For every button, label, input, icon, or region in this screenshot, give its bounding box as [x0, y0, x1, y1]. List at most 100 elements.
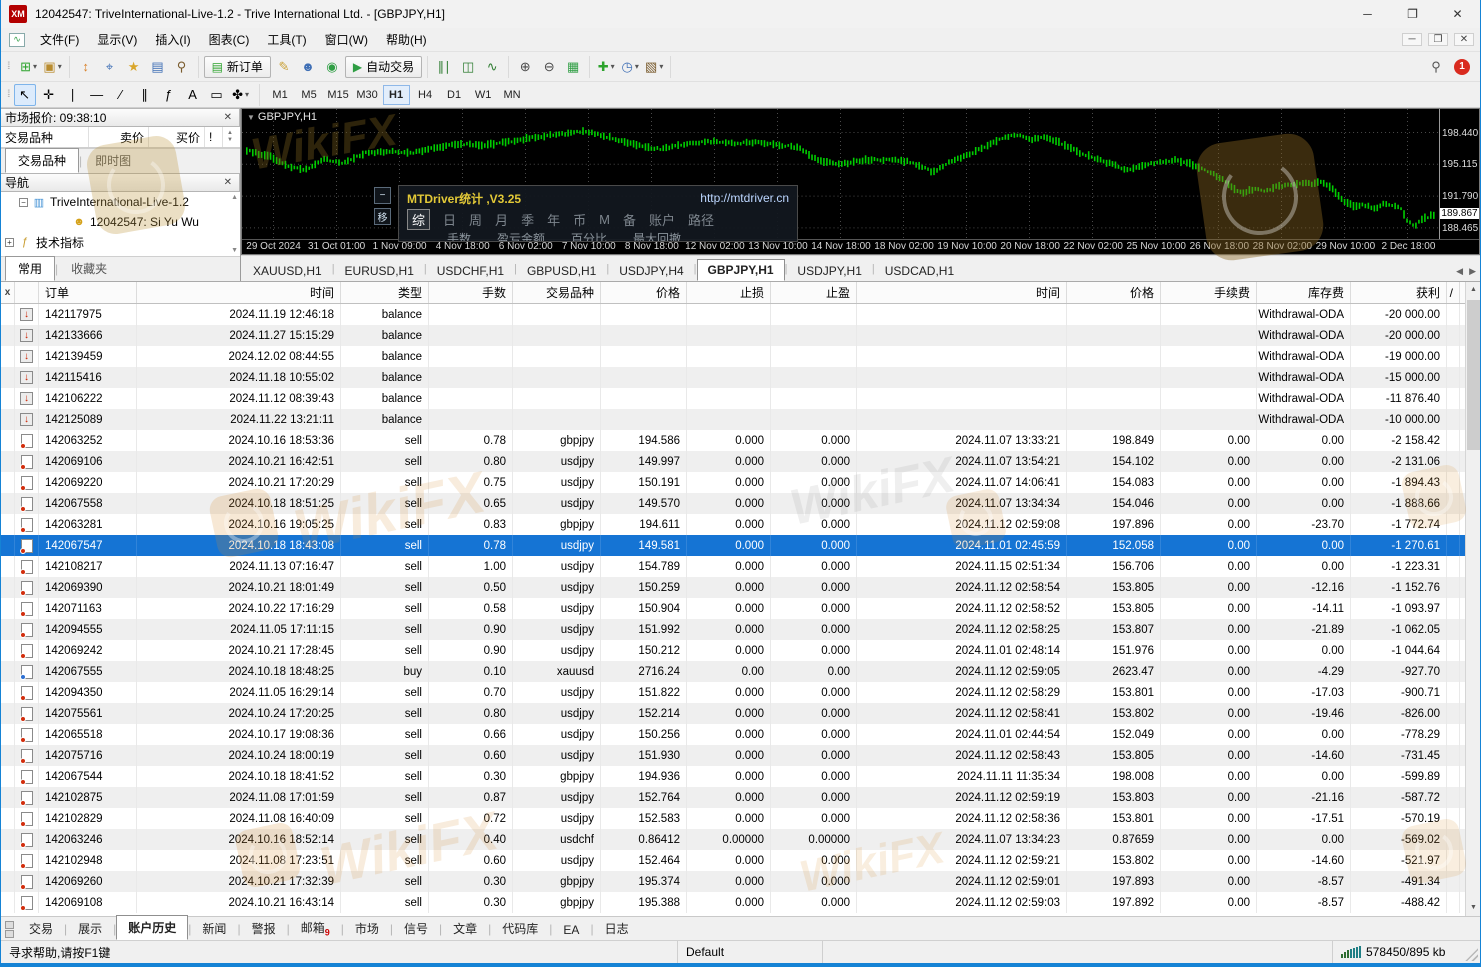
tree-expander-icon[interactable]: + — [5, 237, 14, 247]
menu-item[interactable]: 工具(T) — [258, 30, 315, 50]
zoom-out-button[interactable]: ⊖ — [538, 56, 560, 78]
close-button[interactable]: ✕ — [1435, 0, 1480, 28]
mdi-restore-button[interactable]: ❐ — [1428, 33, 1448, 46]
chart-tab[interactable]: EURUSD,H1 — [335, 261, 424, 281]
market-watch-button[interactable]: ↕ — [75, 56, 97, 78]
table-row[interactable]: ↓ 142115416 2024.11.18 10:55:02 balance With… — [1, 367, 1465, 388]
mtdriver-tab[interactable]: 路径 — [688, 210, 714, 229]
crosshair-button[interactable]: ✛ — [38, 84, 60, 106]
chart-tab[interactable]: USDCHF,H1 — [427, 261, 514, 281]
column-header[interactable]: 手续费 — [1161, 282, 1257, 303]
toolbar-drag-handle[interactable]: ⁞⁞ — [7, 89, 10, 100]
mdi-close-button[interactable]: ✕ — [1454, 33, 1474, 46]
chart-tab[interactable]: GBPJPY,H1 — [696, 259, 785, 281]
table-row[interactable]: 142075561 2024.10.24 17:20:25 sell 0.80 usdj… — [1, 703, 1465, 724]
autotrading-button[interactable]: ▶ 自动交易 — [344, 55, 423, 78]
tab-scroll-icon[interactable]: ▶ — [1469, 266, 1476, 277]
chart-tab[interactable]: GBPUSD,H1 — [517, 261, 606, 281]
terminal-tab[interactable]: 代码库 — [491, 917, 549, 940]
notification-badge[interactable]: 1 — [1454, 58, 1470, 75]
tree-expander-icon[interactable]: − — [19, 197, 28, 207]
bar-chart-button[interactable]: ∥∣ — [433, 56, 455, 78]
market-watch-column-header[interactable]: 交易品种 — [1, 127, 89, 147]
column-header[interactable]: 库存费 — [1257, 282, 1351, 303]
fibonacci-button[interactable]: ƒ — [158, 84, 180, 106]
navigator-tab[interactable]: 常用 — [5, 256, 56, 281]
mtdriver-minimize-button[interactable]: − — [374, 187, 391, 204]
strategy-tester-button[interactable]: ⚲ — [171, 56, 193, 78]
close-icon[interactable]: ✕ — [221, 112, 235, 123]
table-row[interactable]: 142063281 2024.10.16 19:05:25 sell 0.83 gbpj… — [1, 514, 1465, 535]
zoom-in-button[interactable]: ⊕ — [514, 56, 536, 78]
terminal-tab[interactable]: 邮箱9 — [290, 916, 341, 940]
horizontal-line-button[interactable]: ― — [86, 84, 108, 106]
mtdriver-tab[interactable]: 月 — [495, 210, 508, 229]
table-row[interactable]: 142108217 2024.11.13 07:16:47 sell 1.00 usdj… — [1, 556, 1465, 577]
terminal-tab[interactable]: 账户历史 — [116, 915, 189, 940]
chart-window-icon[interactable]: ∿ — [9, 32, 25, 47]
mtdriver-tab[interactable]: 季 — [521, 210, 534, 229]
table-row[interactable]: 142063246 2024.10.16 18:52:14 sell 0.40 usdc… — [1, 829, 1465, 850]
scroll-up-icon[interactable]: ▲ — [1466, 282, 1480, 298]
table-row[interactable]: 142067547 2024.10.18 18:43:08 sell 0.78 usdj… — [1, 535, 1465, 556]
column-header[interactable]: / — [1447, 282, 1460, 303]
terminal-tab[interactable]: 市场 — [344, 917, 390, 940]
data-window-button[interactable]: ⌖ — [99, 56, 121, 78]
table-row[interactable]: 142102948 2024.11.08 17:23:51 sell 0.60 usdj… — [1, 850, 1465, 871]
timeframe-m5[interactable]: M5 — [296, 85, 323, 105]
mtdriver-url[interactable]: http://mtdriver.cn — [700, 191, 789, 205]
terminal-button[interactable]: ▤ — [147, 56, 169, 78]
mtdriver-tab[interactable]: 币 — [573, 210, 586, 229]
table-row[interactable]: 142102875 2024.11.08 17:01:59 sell 0.87 usdj… — [1, 787, 1465, 808]
navigator-tree-item[interactable]: + ƒ 技术指标 — [1, 232, 240, 252]
indicators-button[interactable]: ✚ ▾ — [595, 56, 617, 78]
status-profile[interactable]: Default — [677, 941, 822, 963]
timeframe-h4[interactable]: H4 — [412, 85, 439, 105]
tab-scroll-icon[interactable]: ◀ — [1456, 266, 1463, 277]
navigator-tree-item[interactable]: − ▥ TriveInternational-Live-1.2 — [1, 192, 240, 212]
mtdriver-tab[interactable]: 综 — [407, 208, 431, 230]
mdi-minimize-button[interactable]: ─ — [1402, 33, 1422, 46]
timeframe-m1[interactable]: M1 — [267, 85, 294, 105]
column-header[interactable]: 时间 — [137, 282, 341, 303]
search-icon[interactable]: ⚲ — [1425, 56, 1447, 78]
menu-item[interactable]: 窗口(W) — [316, 30, 377, 50]
column-header[interactable]: 手数 — [429, 282, 513, 303]
menu-item[interactable]: 文件(F) — [31, 30, 88, 50]
menu-item[interactable]: 帮助(H) — [377, 30, 436, 50]
terminal-tab[interactable]: 信号 — [393, 917, 439, 940]
scrollbar-thumb[interactable] — [1467, 300, 1480, 450]
maximize-button[interactable]: ❐ — [1390, 0, 1435, 28]
chart-tab[interactable]: USDCAD,H1 — [875, 261, 964, 281]
navigator-scroll-arrows[interactable]: ▲ ▼ — [231, 194, 238, 254]
table-row[interactable]: 142094555 2024.11.05 17:11:15 sell 0.90 usdj… — [1, 619, 1465, 640]
table-row[interactable]: ↓ 142139459 2024.12.02 08:44:55 balance With… — [1, 346, 1465, 367]
timeframe-w1[interactable]: W1 — [470, 85, 497, 105]
table-row[interactable]: 142069220 2024.10.21 17:20:29 sell 0.75 usdj… — [1, 472, 1465, 493]
mtdriver-tab[interactable]: M — [599, 212, 610, 227]
chart-tab-scroll-arrows[interactable]: ◀ ▶ — [1456, 266, 1476, 277]
table-row[interactable]: 142063252 2024.10.16 18:53:36 sell 0.78 gbpj… — [1, 430, 1465, 451]
chart-tab[interactable]: XAUUSD,H1 — [243, 261, 332, 281]
terminal-tab[interactable]: 新闻 — [191, 917, 237, 940]
menu-item[interactable]: 插入(I) — [146, 30, 199, 50]
channel-button[interactable]: ∥ — [134, 84, 156, 106]
terminal-tab[interactable]: 警报 — [241, 917, 287, 940]
table-row[interactable]: 142069260 2024.10.21 17:32:39 sell 0.30 gbpj… — [1, 871, 1465, 892]
close-icon[interactable]: ✕ — [221, 177, 235, 188]
candlestick-button[interactable]: ◫ — [457, 56, 479, 78]
table-row[interactable]: ↓ 142133666 2024.11.27 15:15:29 balance With… — [1, 325, 1465, 346]
market-watch-column-header[interactable]: 买价 — [149, 127, 205, 147]
mtdriver-tab[interactable]: 年 — [547, 210, 560, 229]
table-row[interactable]: ↓ 142117975 2024.11.19 12:46:18 balance With… — [1, 304, 1465, 325]
column-header[interactable]: 类型 — [341, 282, 429, 303]
table-row[interactable]: 142069390 2024.10.21 18:01:49 sell 0.50 usdj… — [1, 577, 1465, 598]
timeframe-m30[interactable]: M30 — [354, 85, 381, 105]
terminal-tab[interactable]: 交易 — [18, 917, 64, 940]
market-watch-tab[interactable]: 即时图 — [82, 148, 144, 173]
timeframe-h1[interactable]: H1 — [382, 84, 410, 105]
new-chart-button[interactable]: ⊞ ▾ — [18, 56, 40, 78]
column-header[interactable]: 时间 — [857, 282, 1067, 303]
terminal-tab[interactable]: 日志 — [594, 917, 640, 940]
column-header[interactable]: 价格 — [601, 282, 687, 303]
